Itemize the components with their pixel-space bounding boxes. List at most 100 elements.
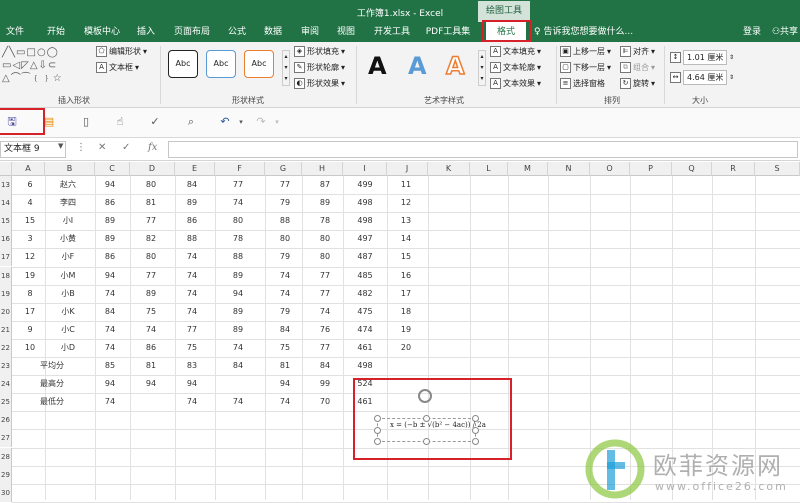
row-header-28[interactable]: 28 xyxy=(0,447,12,466)
redo-dropdown-icon[interactable]: ▾ xyxy=(270,115,284,129)
cell-j18[interactable]: 16 xyxy=(388,270,424,282)
tab-format[interactable]: 格式 xyxy=(486,22,526,42)
cell-j21[interactable]: 19 xyxy=(388,324,424,336)
share-button[interactable]: ⚇共享 xyxy=(770,22,800,42)
wordart-gallery-scroll[interactable]: ▴ ▾ ▾ xyxy=(478,50,486,86)
enter-icon[interactable]: ✓ xyxy=(122,142,130,153)
cell-j14[interactable]: 12 xyxy=(388,197,424,209)
cell-c13[interactable]: 94 xyxy=(92,179,128,191)
shape-gallery[interactable]: ╱╲▭□○◯ ▭◁◸△⇩⊂ △⌒⁀﹛﹜☆ xyxy=(2,46,86,90)
tab-formulas[interactable]: 公式 xyxy=(226,22,248,42)
cell-d16[interactable]: 82 xyxy=(133,233,169,245)
cell-j19[interactable]: 17 xyxy=(388,288,424,300)
cell-h23[interactable]: 84 xyxy=(307,360,343,372)
column-header-a[interactable]: A xyxy=(12,162,45,176)
selection-pane-button[interactable]: ≡ 选择窗格 xyxy=(560,78,605,89)
cell-i13[interactable]: 499 xyxy=(347,179,383,191)
name-box[interactable]: 文本框 9 xyxy=(0,141,66,158)
undo-dropdown-icon[interactable]: ▾ xyxy=(234,115,248,129)
rotate-handle-icon[interactable] xyxy=(418,389,432,403)
cell-b20[interactable]: 小K xyxy=(50,306,86,318)
cell-b24[interactable]: 最高分 xyxy=(34,378,70,390)
cell-g19[interactable]: 74 xyxy=(267,288,303,300)
column-header-r[interactable]: R xyxy=(712,162,755,176)
style-gallery-scroll[interactable]: ▴ ▾ ▾ xyxy=(282,50,290,86)
cell-e13[interactable]: 84 xyxy=(174,179,210,191)
wordart-style-1[interactable]: A xyxy=(368,52,387,80)
row-header-27[interactable]: 27 xyxy=(0,429,12,448)
cell-f17[interactable]: 88 xyxy=(220,251,256,263)
row-header-24[interactable]: 24 xyxy=(0,375,12,394)
width-field[interactable]: ↔ 4.64 厘米 ⇕ xyxy=(670,70,734,85)
cell-g13[interactable]: 77 xyxy=(267,179,303,191)
column-header-f[interactable]: F xyxy=(215,162,265,176)
cell-a14[interactable]: 4 xyxy=(12,197,48,209)
cell-i14[interactable]: 498 xyxy=(347,197,383,209)
cell-b15[interactable]: 小I xyxy=(50,215,86,227)
cell-g18[interactable]: 74 xyxy=(267,270,303,282)
cell-b19[interactable]: 小B xyxy=(50,288,86,300)
cell-a13[interactable]: 6 xyxy=(12,179,48,191)
open-icon[interactable]: ▤ xyxy=(42,115,56,129)
cell-h25[interactable]: 70 xyxy=(307,396,343,408)
tab-home[interactable]: 开始 xyxy=(42,22,70,42)
cell-b25[interactable]: 最低分 xyxy=(34,396,70,408)
cell-d23[interactable]: 81 xyxy=(133,360,169,372)
name-box-dropdown-icon[interactable]: ▼ xyxy=(58,142,63,150)
shape-style-2[interactable]: Abc xyxy=(206,50,236,78)
cell-j16[interactable]: 14 xyxy=(388,233,424,245)
cell-b23[interactable]: 平均分 xyxy=(34,360,70,372)
row-header-15[interactable]: 15 xyxy=(0,212,12,231)
cell-g20[interactable]: 79 xyxy=(267,306,303,318)
tell-me-search[interactable]: ♀ 告诉我您想要做什么... xyxy=(534,22,634,42)
cell-f22[interactable]: 74 xyxy=(220,342,256,354)
wordart-style-2[interactable]: A xyxy=(408,52,427,80)
tab-developer[interactable]: 开发工具 xyxy=(372,22,412,42)
cell-i18[interactable]: 485 xyxy=(347,270,383,282)
cell-e17[interactable]: 74 xyxy=(174,251,210,263)
cell-j15[interactable]: 13 xyxy=(388,215,424,227)
align-button[interactable]: ⊫ 对齐 ▾ xyxy=(620,46,655,57)
resize-handle[interactable] xyxy=(374,415,381,422)
cell-c15[interactable]: 89 xyxy=(92,215,128,227)
row-header-17[interactable]: 17 xyxy=(0,248,12,267)
column-header-s[interactable]: S xyxy=(755,162,800,176)
row-header-19[interactable]: 19 xyxy=(0,284,12,303)
cell-c17[interactable]: 86 xyxy=(92,251,128,263)
cell-i15[interactable]: 498 xyxy=(347,215,383,227)
row-header-23[interactable]: 23 xyxy=(0,357,12,376)
cell-e15[interactable]: 86 xyxy=(174,215,210,227)
cell-f13[interactable]: 77 xyxy=(220,179,256,191)
column-header-o[interactable]: O xyxy=(590,162,630,176)
login-link[interactable]: 登录 xyxy=(742,22,762,42)
cell-h16[interactable]: 80 xyxy=(307,233,343,245)
column-header-l[interactable]: L xyxy=(470,162,508,176)
cell-d20[interactable]: 75 xyxy=(133,306,169,318)
height-field[interactable]: ↕ 1.01 厘米 ⇕ xyxy=(670,50,734,65)
column-header-c[interactable]: C xyxy=(95,162,130,176)
bring-forward-button[interactable]: ▣ 上移一层 ▾ xyxy=(560,46,611,57)
cell-j17[interactable]: 15 xyxy=(388,251,424,263)
touch-mode-icon[interactable]: ☝ xyxy=(113,115,127,129)
cell-f14[interactable]: 74 xyxy=(220,197,256,209)
cell-a20[interactable]: 17 xyxy=(12,306,48,318)
column-header-q[interactable]: Q xyxy=(672,162,712,176)
cell-e14[interactable]: 89 xyxy=(174,197,210,209)
cell-d24[interactable]: 94 xyxy=(133,378,169,390)
cell-j20[interactable]: 18 xyxy=(388,306,424,318)
cell-a19[interactable]: 8 xyxy=(12,288,48,300)
cell-a22[interactable]: 10 xyxy=(12,342,48,354)
cell-a21[interactable]: 9 xyxy=(12,324,48,336)
cell-e16[interactable]: 88 xyxy=(174,233,210,245)
cell-a16[interactable]: 3 xyxy=(12,233,48,245)
column-header-b[interactable]: B xyxy=(45,162,95,176)
cell-i25[interactable]: 461 xyxy=(347,396,383,408)
text-box-button[interactable]: A 文本框 ▾ xyxy=(96,62,139,73)
cell-g17[interactable]: 79 xyxy=(267,251,303,263)
undo-icon[interactable]: ↶ xyxy=(218,115,232,129)
cell-f15[interactable]: 80 xyxy=(220,215,256,227)
cell-j13[interactable]: 11 xyxy=(388,179,424,191)
cell-a18[interactable]: 19 xyxy=(12,270,48,282)
wordart-style-3[interactable]: A xyxy=(445,51,465,81)
cell-c22[interactable]: 74 xyxy=(92,342,128,354)
